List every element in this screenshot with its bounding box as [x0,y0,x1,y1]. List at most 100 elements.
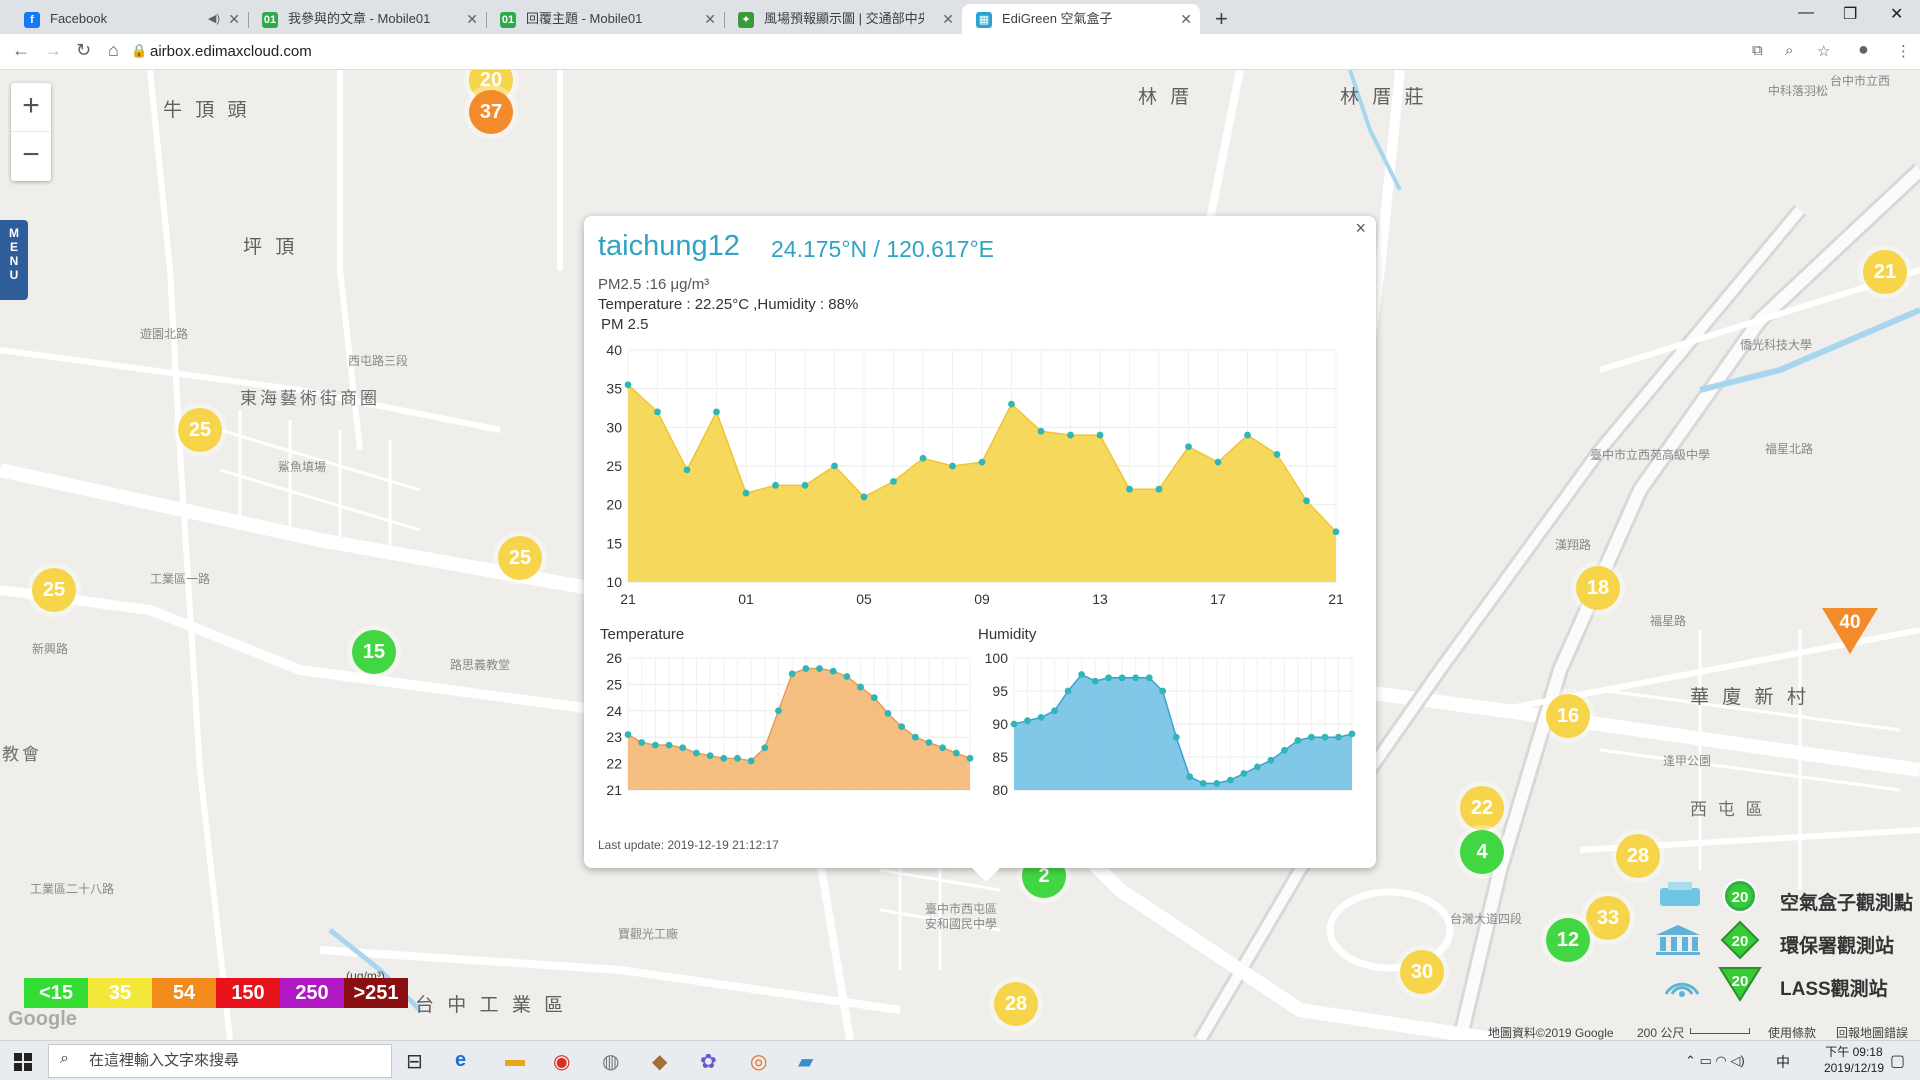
aqi-marker[interactable]: 30 [1400,950,1444,994]
aqi-marker[interactable]: 28 [994,982,1038,1026]
google-logo[interactable]: Google [8,1008,77,1031]
map-place-label: 台中市立西 [1830,74,1891,88]
aqi-marker[interactable]: 16 [1546,694,1590,738]
aqi-marker[interactable]: 25 [498,536,542,580]
data-point [679,744,687,752]
close-window-button[interactable]: ✕ [1890,4,1903,24]
home-icon[interactable]: ⌂ [108,40,119,61]
reload-icon[interactable]: ↻ [76,40,91,61]
minimize-button[interactable]: — [1798,4,1814,22]
task-view-icon[interactable]: ⊟ [406,1049,423,1074]
aqi-marker[interactable]: 15 [352,630,396,674]
y-tick-label: 90 [992,716,1008,732]
tab-close-icon[interactable]: ✕ [704,4,716,34]
system-tray-icons[interactable]: ⌃ ▭ ◠ ◁) [1685,1053,1745,1069]
back-icon[interactable]: ← [12,40,30,61]
y-tick-label: 95 [992,683,1008,699]
svg-text:20: 20 [1732,889,1749,906]
map-place-label: 遊園北路 [140,327,189,341]
tab-close-icon[interactable]: ✕ [942,4,954,34]
data-point [706,752,714,760]
tab-label: Facebook [50,11,108,26]
more-menu-icon[interactable]: ⋮ [1896,42,1911,60]
aqi-marker[interactable]: 22 [1460,786,1504,830]
aqi-marker[interactable]: 37 [469,90,513,134]
taskbar-clock[interactable]: 下午 09:18 2019/12/19 [1824,1044,1884,1076]
translate-icon[interactable]: ⧉ [1752,42,1763,59]
browser-tab[interactable]: f Facebook ✕ ◀) [10,4,248,34]
ime-indicator[interactable]: 中 [1776,1052,1790,1072]
browser-tab[interactable]: ▦ EdiGreen 空氣盒子 ✕ [962,4,1200,34]
map-place-label: 鯊魚填場 [278,460,327,474]
map[interactable]: 牛 頂 頭坪 頂林 厝林 厝 莊東海藝術街商圈 鯊魚填場 路思義教堂 臺中市西屯區 安和… [0,70,1920,1040]
windows-start-icon[interactable] [14,1053,32,1071]
y-tick-label: 10 [606,574,622,590]
aqi-marker[interactable]: 4 [1460,830,1504,874]
data-point [829,667,837,675]
tab-close-icon[interactable]: ✕ [228,4,240,34]
airbox-value-marker: 20 [1723,879,1757,913]
data-point [1078,671,1085,678]
aqi-marker[interactable]: 28 [1616,834,1660,878]
new-tab-button[interactable]: + [1215,6,1228,32]
tab-close-icon[interactable]: ✕ [1180,4,1192,34]
profile-icon[interactable]: ● [1858,39,1869,60]
data-point [1126,485,1133,493]
y-tick-label: 35 [606,381,622,397]
forward-icon[interactable]: → [44,40,62,61]
tab-close-icon[interactable]: ✕ [466,4,478,34]
aqi-marker[interactable]: 21 [1863,250,1907,294]
app-icon-3[interactable]: ✿ [700,1049,717,1074]
station-info-popup: × taichung12 24.175°N / 120.617°E PM2.5 … [584,216,1376,882]
data-point [761,744,769,752]
map-place-label: 牛 頂 頭 [163,100,251,121]
aqi-marker[interactable]: 18 [1576,566,1620,610]
restore-button[interactable]: ❐ [1843,4,1857,24]
triangle-marker[interactable]: 40 [1822,608,1878,654]
chrome-icon[interactable]: ◉ [553,1049,570,1074]
windows-taskbar: 在這裡輸入文字來搜尋 ⌕ ⊟ e ▬ ◉ ◍ ◆ ✿ ◎ ▰ ⌃ ▭ ◠ ◁) … [0,1040,1920,1080]
lass-station-icon [1664,982,1700,997]
browser-tab[interactable]: 01 回覆主題 - Mobile01 ✕ [486,4,724,34]
airbox-station-icon [1660,882,1700,906]
app-icon-4[interactable]: ▰ [798,1049,813,1074]
browser-tab[interactable]: 01 我參與的文章 - Mobile01 ✕ [248,4,486,34]
app-icon-2[interactable]: ◆ [652,1049,667,1074]
aqi-marker[interactable]: 25 [178,408,222,452]
y-tick-label: 85 [992,749,1008,765]
app-icon-1[interactable]: ◍ [602,1049,619,1074]
tab-audio-icon[interactable]: ◀) [208,4,220,34]
blender-icon[interactable]: ◎ [750,1049,767,1074]
data-point [857,683,864,691]
zoom-in-button[interactable]: + [11,83,51,132]
aqi-marker[interactable]: 25 [32,568,76,612]
menu-letter: N [9,254,19,268]
edge-icon[interactable]: e [455,1049,466,1072]
aqi-marker[interactable]: 12 [1546,918,1590,962]
notification-icon[interactable]: ▢ [1890,1051,1905,1071]
lock-icon[interactable]: 🔒 [131,43,147,59]
map-place-label: 工業區二十八路 [30,882,115,896]
data-point [1155,485,1163,493]
aqi-marker[interactable]: 33 [1586,896,1630,940]
data-point [747,757,755,765]
last-update: Last update: 2019-12-19 21:12:17 [598,838,779,852]
terms-link[interactable]: 使用條款 [1768,1024,1816,1040]
data-point [978,458,986,466]
zoom-icon[interactable]: ⌕ [1785,42,1793,59]
map-scale[interactable]: 200 公尺 [1637,1024,1684,1040]
browser-tab[interactable]: ✦ 風場預報顯示圖 | 交通部中央氣象 ✕ [724,4,962,34]
zoom-out-button[interactable]: − [11,132,51,181]
report-error-link[interactable]: 回報地圖錯誤 [1836,1024,1908,1040]
data-point [683,466,691,474]
data-point [1010,720,1018,728]
taskbar-search-box[interactable]: 在這裡輸入文字來搜尋 [48,1044,392,1078]
map-place-label: 工業區一路 [150,572,211,586]
bookmark-star-icon[interactable]: ☆ [1817,42,1830,60]
menu-button[interactable]: M E N U [0,220,28,300]
file-explorer-icon[interactable]: ▬ [505,1049,525,1072]
data-point [1051,707,1058,715]
address-bar[interactable]: airbox.edimaxcloud.com [150,43,312,60]
epa-value-marker: 20 [1720,920,1760,960]
data-point [1091,677,1099,685]
